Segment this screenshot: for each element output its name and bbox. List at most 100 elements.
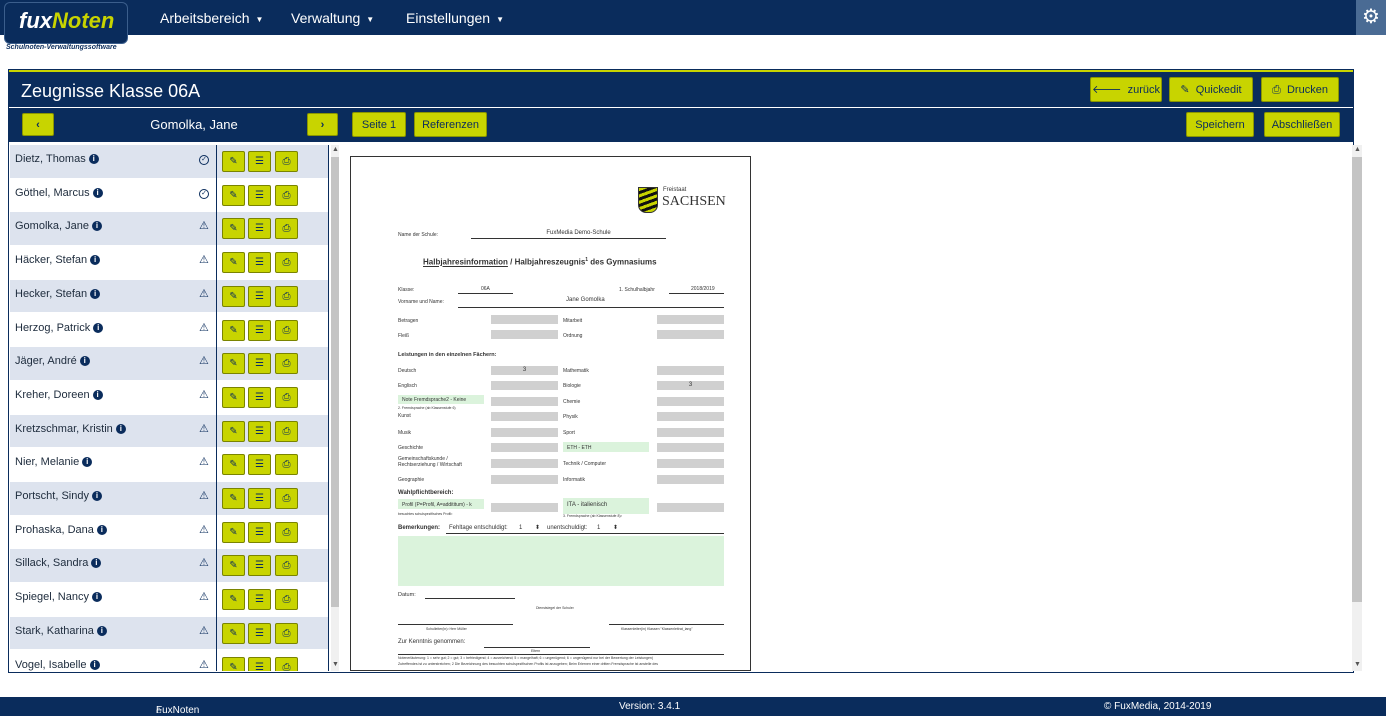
- info-icon[interactable]: i: [96, 524, 107, 535]
- grade-mathematik-field[interactable]: [657, 366, 724, 375]
- third-language-select[interactable]: ITA - italienisch: [563, 498, 649, 514]
- references-button[interactable]: Referenzen: [414, 112, 487, 137]
- grade-eth-field[interactable]: [657, 443, 724, 452]
- grade-geographie-field[interactable]: [491, 475, 558, 484]
- info-icon[interactable]: i: [91, 558, 102, 569]
- edit-icon[interactable]: ✎: [222, 218, 245, 240]
- info-icon[interactable]: i: [91, 491, 102, 501]
- student-name[interactable]: Göthel, Marcus i: [15, 187, 103, 199]
- grade-sport-field[interactable]: [657, 428, 724, 437]
- list-icon[interactable]: ☰: [248, 622, 271, 644]
- student-row[interactable]: Dietz, Thomas i ✓ ✎ ☰ ⎙: [10, 145, 328, 179]
- list-icon[interactable]: ☰: [248, 319, 271, 341]
- student-name[interactable]: Kreher, Doreen i: [15, 389, 103, 401]
- save-button[interactable]: Speichern: [1186, 112, 1254, 137]
- student-row[interactable]: Herzog, Patrick i ⚠ ✎ ☰ ⎙: [10, 313, 328, 348]
- student-name[interactable]: Gomolka, Jane i: [15, 220, 102, 232]
- profile-select[interactable]: Profil (P=Profil, A=addititum) - k: [398, 499, 484, 509]
- printer-icon[interactable]: ⎙: [275, 386, 298, 408]
- scroll-up-icon[interactable]: ▲: [332, 146, 339, 153]
- student-name[interactable]: Prohaska, Dana i: [15, 524, 107, 536]
- student-name[interactable]: Stark, Katharina i: [15, 625, 107, 637]
- grade-technik-field[interactable]: [657, 459, 724, 468]
- edit-icon[interactable]: ✎: [222, 589, 245, 611]
- student-row[interactable]: Kreher, Doreen i ⚠ ✎ ☰ ⎙: [10, 380, 328, 415]
- remarks-textarea[interactable]: [398, 536, 724, 586]
- printer-icon[interactable]: ⎙: [275, 319, 298, 341]
- grade-kunst-field[interactable]: [491, 412, 558, 421]
- grade-geschichte-field[interactable]: [491, 443, 558, 452]
- list-icon[interactable]: ☰: [248, 184, 271, 206]
- list-icon[interactable]: ☰: [248, 488, 271, 509]
- info-icon[interactable]: i: [92, 187, 103, 198]
- info-icon[interactable]: i: [96, 625, 107, 636]
- edit-icon[interactable]: ✎: [222, 184, 245, 206]
- printer-icon[interactable]: ⎙: [275, 420, 298, 442]
- foreign-language-select[interactable]: Note Fremdsprache2 - Keine: [398, 395, 484, 404]
- list-icon[interactable]: ☰: [248, 353, 271, 375]
- printer-icon[interactable]: ⎙: [275, 218, 298, 240]
- student-row[interactable]: Hecker, Stefan i ⚠ ✎ ☰ ⎙: [10, 279, 328, 314]
- list-icon[interactable]: ☰: [248, 420, 271, 442]
- grade-betragen-field[interactable]: [491, 315, 558, 324]
- student-row[interactable]: Portscht, Sindy i ⚠ ✎ ☰ ⎙: [10, 482, 328, 516]
- edit-icon[interactable]: ✎: [222, 656, 245, 671]
- scroll-up-icon[interactable]: ▲: [1354, 146, 1361, 153]
- student-name[interactable]: Dietz, Thomas i: [15, 153, 99, 165]
- printer-icon[interactable]: ⎙: [275, 589, 298, 611]
- grade-ordnung-field[interactable]: [657, 330, 724, 339]
- grade-informatik-field[interactable]: [657, 475, 724, 484]
- scrollbar-thumb[interactable]: [331, 157, 339, 607]
- list-icon[interactable]: ☰: [248, 285, 271, 307]
- info-icon[interactable]: i: [88, 154, 99, 164]
- previous-student-button[interactable]: ‹: [22, 113, 54, 136]
- absence-excused-value[interactable]: 1: [519, 525, 522, 531]
- edit-icon[interactable]: ✎: [222, 488, 245, 509]
- settings-gear-icon[interactable]: ⚙: [1356, 0, 1386, 35]
- edit-icon[interactable]: ✎: [222, 454, 245, 476]
- edit-icon[interactable]: ✎: [222, 420, 245, 442]
- edit-icon[interactable]: ✎: [222, 151, 245, 172]
- grade-chemie-field[interactable]: [657, 397, 724, 406]
- printer-icon[interactable]: ⎙: [275, 252, 298, 274]
- ethics-select[interactable]: ETH - ETH: [563, 442, 649, 452]
- info-icon[interactable]: i: [79, 356, 90, 367]
- edit-icon[interactable]: ✎: [222, 555, 245, 577]
- edit-icon[interactable]: ✎: [222, 353, 245, 375]
- spinner-icon[interactable]: ⬍: [613, 524, 618, 531]
- printer-icon[interactable]: ⎙: [275, 353, 298, 375]
- nav-einstellungen[interactable]: Einstellungen ▼: [406, 10, 504, 26]
- grade-biologie-field[interactable]: 3: [657, 381, 724, 390]
- student-row[interactable]: Jäger, André i ⚠ ✎ ☰ ⎙: [10, 347, 328, 382]
- student-row[interactable]: Spiegel, Nancy i ⚠ ✎ ☰ ⎙: [10, 583, 328, 618]
- student-name[interactable]: Jäger, André i: [15, 355, 90, 367]
- grade-englisch-field[interactable]: [491, 381, 558, 390]
- printer-icon[interactable]: ⎙: [275, 622, 298, 644]
- info-icon[interactable]: i: [92, 592, 102, 603]
- printer-icon[interactable]: ⎙: [275, 555, 298, 577]
- grade-ita-field[interactable]: [657, 503, 724, 512]
- student-name[interactable]: Herzog, Patrick i: [15, 322, 104, 334]
- grade-physik-field[interactable]: [657, 412, 724, 421]
- grade-musik-field[interactable]: [491, 428, 558, 437]
- edit-icon[interactable]: ✎: [222, 622, 245, 644]
- grade-fleiss-field[interactable]: [491, 330, 558, 339]
- student-name[interactable]: Sillack, Sandra i: [15, 557, 102, 569]
- grade-mitarbeit-field[interactable]: [657, 315, 724, 324]
- page-button[interactable]: Seite 1: [352, 112, 406, 137]
- info-icon[interactable]: i: [90, 288, 101, 299]
- printer-icon[interactable]: ⎙: [275, 488, 298, 509]
- printer-icon[interactable]: ⎙: [275, 285, 298, 307]
- list-icon[interactable]: ☰: [248, 656, 271, 671]
- student-name[interactable]: Vogel, Isabelle i: [15, 659, 100, 671]
- absence-unexcused-value[interactable]: 1: [597, 525, 600, 531]
- back-button[interactable]: 🡐 zurück: [1090, 77, 1162, 102]
- print-button[interactable]: ⎙ Drucken: [1261, 77, 1339, 102]
- info-icon[interactable]: i: [89, 659, 100, 670]
- nav-verwaltung[interactable]: Verwaltung ▼: [291, 10, 374, 26]
- info-icon[interactable]: i: [91, 221, 102, 232]
- scrollbar-thumb[interactable]: [1352, 157, 1362, 602]
- list-icon[interactable]: ☰: [248, 589, 271, 611]
- student-row[interactable]: Göthel, Marcus i ✓ ✎ ☰ ⎙: [10, 178, 328, 213]
- student-row[interactable]: Stark, Katharina i ⚠ ✎ ☰ ⎙: [10, 616, 328, 651]
